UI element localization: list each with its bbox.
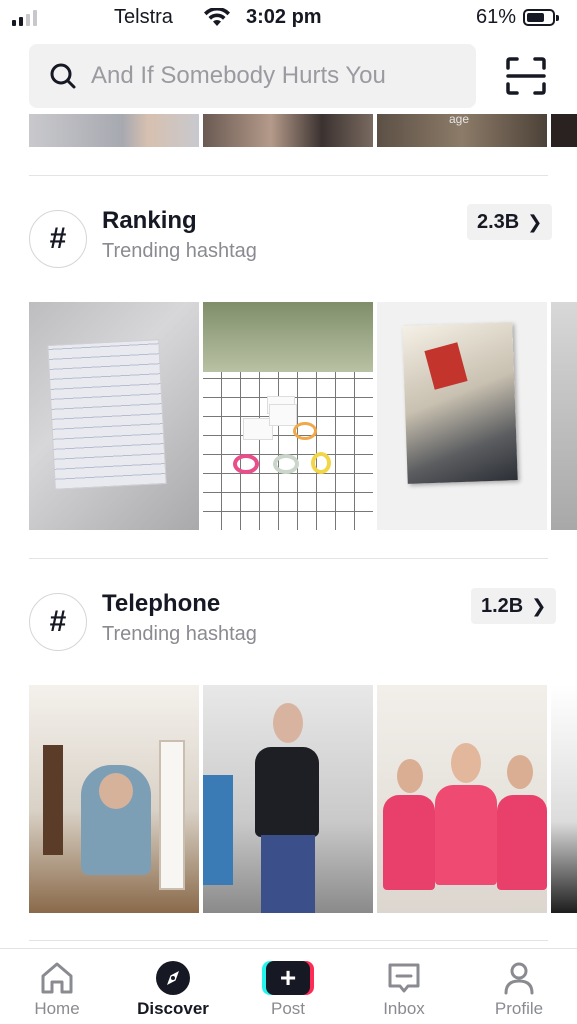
carrier-name: Telstra <box>114 6 173 28</box>
video-thumbnail[interactable]: age <box>377 112 547 147</box>
video-thumbnail[interactable] <box>29 114 199 147</box>
previous-section-thumbs: age <box>29 112 577 147</box>
view-count: 1.2B <box>481 594 524 617</box>
bottom-nav: Home Discover + Post Inbox Profile <box>0 948 577 1024</box>
video-thumbnail[interactable] <box>203 114 373 147</box>
chevron-right-icon: ❯ <box>527 211 543 232</box>
battery-icon <box>523 9 559 26</box>
video-thumbnail[interactable] <box>551 685 577 913</box>
thumbnail-row <box>29 302 577 530</box>
view-count-button[interactable]: 1.2B ❯ <box>471 588 557 624</box>
thumbnail-row <box>29 685 577 913</box>
hashtag-icon: # <box>29 210 87 268</box>
wifi-icon <box>204 8 230 26</box>
nav-profile[interactable]: Profile <box>469 959 569 1019</box>
nav-discover[interactable]: Discover <box>123 959 223 1019</box>
nav-label: Home <box>34 999 80 1018</box>
clock: 3:02 pm <box>246 6 322 28</box>
nav-label: Discover <box>137 999 209 1018</box>
nav-label: Inbox <box>383 999 425 1018</box>
hashtag-title[interactable]: Ranking <box>102 207 197 235</box>
video-thumbnail[interactable] <box>551 302 577 530</box>
search-input[interactable] <box>91 58 461 94</box>
search-icon <box>50 63 76 89</box>
section-divider <box>29 175 548 176</box>
pink-shirts-thumb[interactable] <box>377 685 547 913</box>
profile-icon <box>504 962 534 995</box>
status-bar: Telstra 3:02 pm 61% <box>0 0 577 38</box>
nav-inbox[interactable]: Inbox <box>354 959 454 1019</box>
section-divider <box>29 558 548 559</box>
scan-icon[interactable] <box>505 56 547 96</box>
view-count: 2.3B <box>477 210 520 233</box>
plus-icon: + <box>262 961 314 995</box>
manga-book-thumb[interactable] <box>377 302 547 530</box>
bracelet-thumb[interactable] <box>203 302 373 530</box>
section-divider <box>29 940 548 941</box>
chevron-right-icon: ❯ <box>531 595 547 616</box>
signal-icon <box>12 10 37 26</box>
hashtag-subtitle: Trending hashtag <box>102 623 257 645</box>
view-count-button[interactable]: 2.3B ❯ <box>467 204 553 240</box>
hoodie-girl-thumb[interactable] <box>29 685 199 913</box>
nav-label: Post <box>270 999 306 1018</box>
dancing-man-thumb[interactable] <box>203 685 373 913</box>
compass-icon <box>156 961 190 995</box>
video-thumbnail[interactable] <box>551 114 577 147</box>
battery-percent: 61% <box>476 6 517 28</box>
home-icon <box>41 962 73 994</box>
inbox-icon <box>388 963 420 993</box>
hashtag-title[interactable]: Telephone <box>102 590 220 618</box>
search-bar[interactable] <box>29 44 476 108</box>
paper-notebook-thumb[interactable] <box>29 302 199 530</box>
hashtag-subtitle: Trending hashtag <box>102 240 257 262</box>
nav-label: Profile <box>494 999 544 1018</box>
nav-post[interactable]: + Post <box>238 959 338 1019</box>
thumb-caption: age <box>449 112 470 126</box>
nav-home[interactable]: Home <box>7 959 107 1019</box>
hashtag-icon: # <box>29 593 87 651</box>
